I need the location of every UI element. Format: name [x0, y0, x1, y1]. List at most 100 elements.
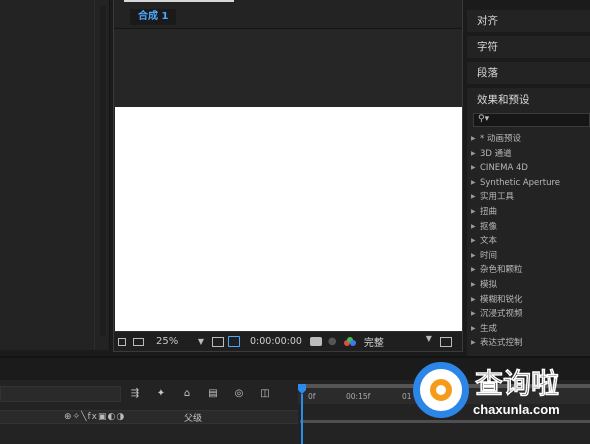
monitor-icon[interactable]: [133, 337, 144, 346]
expand-triangle-icon[interactable]: ▶: [471, 336, 480, 351]
zoom-dropdown[interactable]: 25% ▼: [154, 335, 206, 349]
composition-flowchart-icon[interactable]: ⇶: [128, 388, 142, 400]
effects-category-item[interactable]: ▶ 文本: [471, 234, 590, 249]
timeline-search-input[interactable]: [0, 386, 121, 402]
expand-triangle-icon[interactable]: ▶: [471, 147, 480, 162]
effects-category-label: 3D 通道: [480, 148, 512, 159]
effects-category-item[interactable]: ▶ 时间: [471, 249, 590, 264]
expand-triangle-icon[interactable]: ▶: [471, 132, 480, 147]
current-time[interactable]: 0:00:00:00: [250, 336, 302, 347]
color-channels-icon[interactable]: [343, 336, 356, 347]
region-of-interest-icon[interactable]: [439, 336, 452, 347]
project-panel: [0, 0, 110, 350]
effects-category-label: 文本: [480, 236, 498, 247]
frame-blending-icon[interactable]: ▤: [206, 388, 220, 400]
expand-triangle-icon[interactable]: ▶: [471, 234, 480, 249]
effects-category-label: 模拟: [480, 279, 498, 290]
active-panel-indicator: [124, 0, 234, 4]
current-time-indicator[interactable]: [298, 384, 306, 444]
ruler-tick: 00:15f: [346, 392, 371, 401]
expand-triangle-icon[interactable]: ▶: [471, 205, 480, 220]
search-icon: ⚲▾: [478, 114, 490, 124]
expand-triangle-icon[interactable]: ▶: [471, 190, 480, 205]
effects-presets-title[interactable]: 效果和预设: [477, 92, 530, 107]
motion-blur-icon[interactable]: ◎: [232, 388, 246, 400]
effects-category-label: Synthetic Aperture: [480, 177, 561, 188]
expand-triangle-icon[interactable]: ▶: [471, 249, 480, 264]
effects-category-item[interactable]: ▶ CINEMA 4D: [471, 161, 590, 176]
effects-category-label: 沉浸式视频: [480, 309, 523, 320]
zoom-value: 25%: [156, 335, 179, 347]
effects-category-label: 扭曲: [480, 206, 498, 217]
after-effects-window: 合成 1 25% ▼ 0:00:00:00 ● 完整 ▼ 对齐 字符 段落 效果…: [0, 0, 590, 444]
graph-editor-icon[interactable]: ◫: [258, 388, 272, 400]
effects-category-label: CINEMA 4D: [480, 163, 528, 174]
effects-category-item[interactable]: ▶ Synthetic Aperture: [471, 176, 590, 191]
resolution-dropdown[interactable]: 完整 ▼: [364, 334, 434, 349]
parent-column-header: 父级: [184, 413, 203, 424]
effects-category-label: 生成: [480, 323, 498, 334]
effects-category-item[interactable]: ▶ 沉浸式视频: [471, 307, 590, 322]
composition-canvas[interactable]: [115, 107, 462, 331]
expand-triangle-icon[interactable]: ▶: [471, 263, 480, 278]
expand-triangle-icon[interactable]: ▶: [471, 220, 480, 235]
expand-triangle-icon[interactable]: ▶: [471, 293, 480, 308]
grid-guides-icon[interactable]: [212, 336, 224, 347]
watermark-name: 查询啦: [475, 367, 560, 401]
timeline-column-headers: ⊕✧╲fx▣◐◑ 父级: [0, 410, 298, 424]
effects-search-input[interactable]: ⚲▾: [473, 113, 590, 127]
show-snapshot-icon[interactable]: ●: [328, 336, 340, 347]
expand-triangle-icon[interactable]: ▶: [471, 278, 480, 293]
project-list[interactable]: [0, 0, 95, 350]
snapshot-camera-icon[interactable]: [309, 337, 322, 346]
effects-category-label: 抠像: [480, 221, 498, 232]
watermark: 查询啦 chaxunla.com: [405, 358, 585, 430]
effects-category-item[interactable]: ▶ 模拟: [471, 278, 590, 293]
hide-shy-layers-icon[interactable]: ⌂: [180, 388, 194, 400]
composition-viewer: 合成 1 25% ▼ 0:00:00:00 ● 完整 ▼: [113, 0, 463, 352]
effects-category-item[interactable]: ▶ 杂色和颗粒: [471, 263, 590, 278]
panel-character[interactable]: 字符: [467, 36, 590, 58]
viewer-controls: 25% ▼ 0:00:00:00 ● 完整 ▼: [114, 331, 462, 351]
effects-category-label: 表达式控制: [480, 338, 523, 349]
expand-triangle-icon[interactable]: ▶: [471, 161, 480, 176]
resolution-value: 完整: [363, 338, 384, 349]
panel-align[interactable]: 对齐: [467, 10, 590, 32]
expand-triangle-icon[interactable]: ▶: [471, 307, 480, 322]
chevron-down-icon: ▼: [197, 336, 204, 346]
effects-category-item[interactable]: ▶ 抠像: [471, 220, 590, 235]
layer-switches-icons: ⊕✧╲fx▣◐◑: [64, 412, 126, 422]
expand-triangle-icon[interactable]: ▶: [471, 176, 480, 191]
playhead-handle[interactable]: [298, 384, 306, 394]
chevron-down-icon: ▼: [425, 334, 432, 343]
draft-3d-icon[interactable]: ✦: [154, 388, 168, 400]
watermark-url: chaxunla.com: [473, 402, 560, 417]
blue-channel-dot: [349, 339, 356, 346]
effects-category-label: 模糊和锐化: [480, 294, 523, 305]
ruler-tick: 0f: [308, 392, 316, 401]
panel-paragraph[interactable]: 段落: [467, 62, 590, 84]
effects-category-item[interactable]: ▶ 3D 通道: [471, 147, 590, 162]
effects-category-item[interactable]: ▶ 实用工具: [471, 190, 590, 205]
right-panels: 对齐 字符 段落 效果和预设 ⚲▾ ▶ * 动画预设 ▶ 3D 通道 ▶ CINEMA 4…: [467, 0, 590, 356]
effects-category-label: 时间: [480, 250, 498, 261]
logo-q-ring: [430, 379, 452, 401]
timeline-toolbar: ⇶ ✦ ⌂ ▤ ◎ ◫: [128, 386, 288, 402]
effects-category-label: 杂色和颗粒: [480, 265, 523, 276]
mask-path-icon[interactable]: [228, 336, 240, 347]
always-preview-icon[interactable]: [118, 337, 126, 346]
effects-category-item[interactable]: ▶ * 动画预设: [471, 132, 590, 147]
playhead-line: [301, 394, 303, 444]
effects-presets-panel: 效果和预设 ⚲▾ ▶ * 动画预设 ▶ 3D 通道 ▶ CINEMA 4D ▶ Synthet…: [467, 88, 590, 356]
effects-category-item[interactable]: ▶ 扭曲: [471, 205, 590, 220]
tab-composition[interactable]: 合成 1: [130, 9, 177, 25]
effects-category-item[interactable]: ▶ 生成: [471, 322, 590, 337]
project-scrollbar[interactable]: [100, 6, 106, 336]
expand-triangle-icon[interactable]: ▶: [471, 322, 480, 337]
effects-category-label: * 动画预设: [480, 134, 521, 144]
effects-category-label: 实用工具: [480, 192, 515, 203]
effects-list: ▶ * 动画预设 ▶ 3D 通道 ▶ CINEMA 4D ▶ Synthetic Apertu…: [471, 132, 590, 351]
effects-category-item[interactable]: ▶ 表达式控制: [471, 336, 590, 351]
watermark-logo-icon: [413, 362, 469, 418]
effects-category-item[interactable]: ▶ 模糊和锐化: [471, 293, 590, 308]
